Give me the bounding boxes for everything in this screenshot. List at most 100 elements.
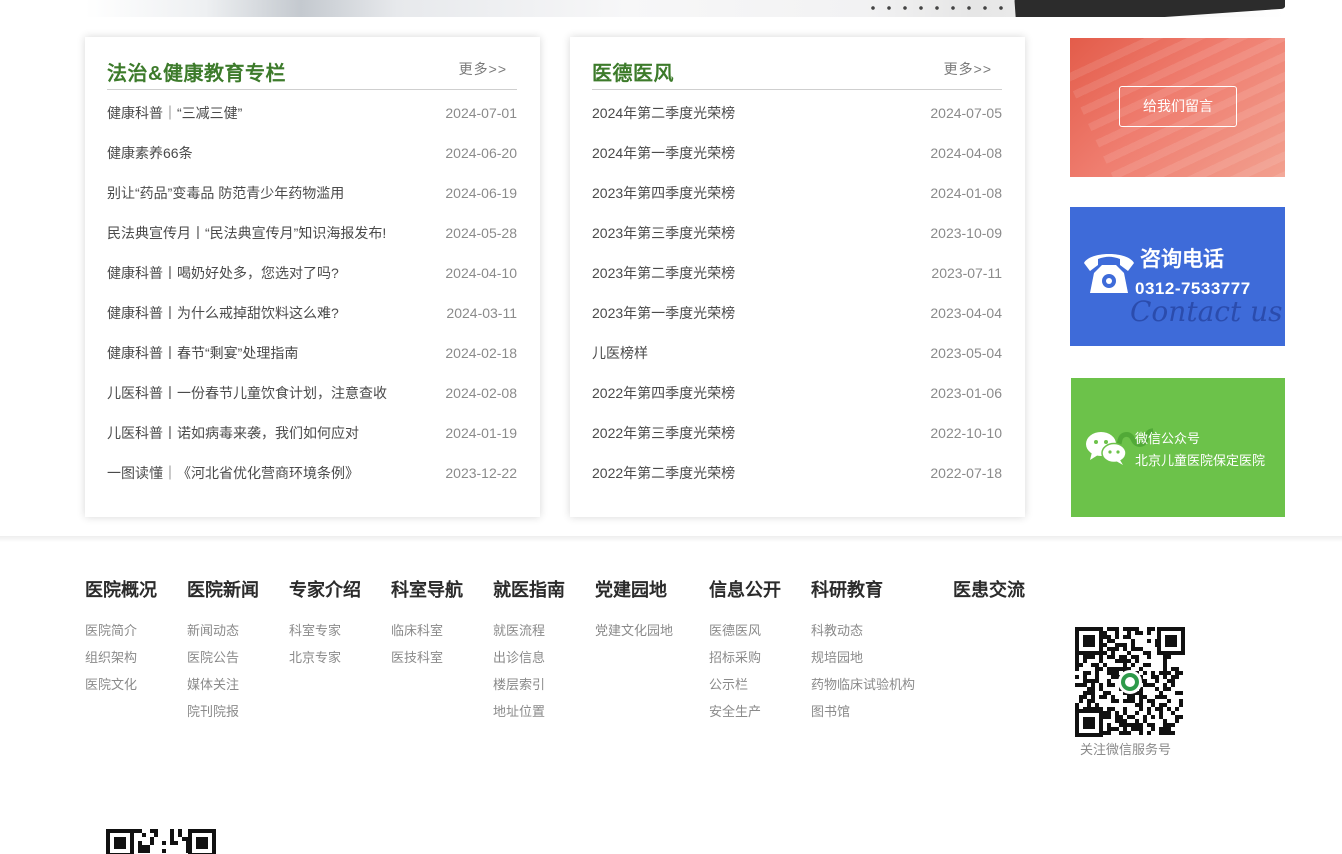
list-item[interactable]: 健康科普丨喝奶好处多，您选对了吗? 2024-04-10: [107, 253, 517, 293]
footer-column: 专家介绍科室专家 北京专家: [289, 577, 361, 671]
list-item[interactable]: 儿医科普丨一份春节儿童饮食计划，注意查收 2024-02-08: [107, 373, 517, 413]
news-title-link[interactable]: 2023年第四季度光荣榜: [592, 173, 735, 213]
leave-message-button[interactable]: 给我们留言: [1119, 86, 1237, 127]
footer-link[interactable]: 楼层索引: [493, 671, 565, 698]
wechat-official-tile[interactable]: 〰 微信公众号 北京儿童医院保定医院: [1071, 378, 1285, 517]
footer-column-title[interactable]: 医院新闻: [187, 577, 259, 603]
news-date: 2024-02-08: [445, 385, 517, 401]
list-item[interactable]: 2022年第三季度光荣榜 2022-10-10: [592, 413, 1002, 453]
card-title: 医德医风: [592, 63, 674, 85]
footer-link[interactable]: 北京专家: [289, 644, 361, 671]
footer-link[interactable]: 药物临床试验机构: [811, 671, 915, 698]
footer-column-title[interactable]: 科研教育: [811, 577, 915, 603]
footer-link[interactable]: 就医流程: [493, 617, 565, 644]
news-title-link[interactable]: 儿医科普丨一份春节儿童饮食计划，注意查收: [107, 373, 387, 413]
list-item[interactable]: 儿医科普丨诺如病毒来袭，我们如何应对 2024-01-19: [107, 413, 517, 453]
list-item[interactable]: 健康科普丨春节“剩宴”处理指南 2024-02-18: [107, 333, 517, 373]
footer-column-title[interactable]: 信息公开: [709, 577, 781, 603]
footer-link[interactable]: 新闻动态: [187, 617, 259, 644]
news-title-link[interactable]: 民法典宣传月丨“民法典宣传月”知识海报发布!: [107, 213, 386, 253]
list-item[interactable]: 别让“药品”变毒品 防范青少年药物滥用 2024-06-19: [107, 173, 517, 213]
news-title-link[interactable]: 健康素养66条: [107, 133, 193, 173]
footer-link[interactable]: 医技科室: [391, 644, 463, 671]
news-title-link[interactable]: 2023年第一季度光荣榜: [592, 293, 735, 333]
top-banner-image: [85, 0, 1285, 17]
footer-link[interactable]: 招标采购: [709, 644, 781, 671]
footer-link[interactable]: 医院文化: [85, 671, 157, 698]
news-date: 2024-01-08: [930, 185, 1002, 201]
news-date: 2024-06-19: [445, 185, 517, 201]
news-title-link[interactable]: 2022年第三季度光荣榜: [592, 413, 735, 453]
footer-link[interactable]: 院刊院报: [187, 698, 259, 725]
footer-link[interactable]: 医院简介: [85, 617, 157, 644]
news-title-link[interactable]: 健康科普｜“三减三健”: [107, 93, 242, 133]
list-item[interactable]: 2023年第二季度光荣榜 2023-07-11: [592, 253, 1002, 293]
more-link[interactable]: 更多>>: [944, 59, 992, 79]
list-item[interactable]: 2023年第一季度光荣榜 2023-04-04: [592, 293, 1002, 333]
footer-link-list: 科教动态 规培园地 药物临床试验机构 图书馆: [811, 617, 915, 725]
news-title-link[interactable]: 2024年第二季度光荣榜: [592, 93, 735, 133]
footer-link[interactable]: 地址位置: [493, 698, 565, 725]
list-item[interactable]: 2023年第四季度光荣榜 2024-01-08: [592, 173, 1002, 213]
news-title-link[interactable]: 健康科普丨喝奶好处多，您选对了吗?: [107, 253, 339, 293]
footer-column: 医院新闻新闻动态 医院公告 媒体关注 院刊院报: [187, 577, 259, 725]
footer-column-title[interactable]: 医患交流: [953, 577, 1025, 603]
card-header: 医德医风 更多>>: [592, 55, 1002, 90]
footer-link[interactable]: 医德医风: [709, 617, 781, 644]
footer-link[interactable]: 媒体关注: [187, 671, 259, 698]
footer-link[interactable]: 组织架构: [85, 644, 157, 671]
footer-column: 医患交流: [953, 577, 1025, 617]
news-title-link[interactable]: 2024年第一季度光荣榜: [592, 133, 735, 173]
news-title-link[interactable]: 别让“药品”变毒品 防范青少年药物滥用: [107, 173, 344, 213]
footer-link[interactable]: 规培园地: [811, 644, 915, 671]
news-title-link[interactable]: 一图读懂｜《河北省优化营商环境条例》: [107, 453, 359, 493]
wechat-icon: [1086, 432, 1127, 465]
footer-column: 科研教育科教动态 规培园地 药物临床试验机构 图书馆: [811, 577, 915, 725]
footer-column-title[interactable]: 专家介绍: [289, 577, 361, 603]
consult-phone-tile[interactable]: Contact us 咨询电话 0312-7533777: [1070, 207, 1285, 346]
footer-column-title[interactable]: 科室导航: [391, 577, 463, 603]
footer-column-title[interactable]: 党建园地: [595, 577, 673, 603]
more-link[interactable]: 更多>>: [459, 59, 507, 79]
leave-message-tile[interactable]: 给我们留言: [1070, 38, 1285, 177]
news-title-link[interactable]: 儿医科普丨诺如病毒来袭，我们如何应对: [107, 413, 359, 453]
list-item[interactable]: 儿医榜样 2023-05-04: [592, 333, 1002, 373]
footer-link[interactable]: 公示栏: [709, 671, 781, 698]
footer-link[interactable]: 党建文化园地: [595, 617, 673, 644]
footer-link[interactable]: 出诊信息: [493, 644, 565, 671]
list-item[interactable]: 健康科普｜“三减三健” 2024-07-01: [107, 93, 517, 133]
banner-pen-graphic: [1014, 0, 1285, 17]
news-title-link[interactable]: 2022年第二季度光荣榜: [592, 453, 735, 493]
footer-column-title[interactable]: 医院概况: [85, 577, 157, 603]
footer-link[interactable]: 临床科室: [391, 617, 463, 644]
list-item[interactable]: 2022年第二季度光荣榜 2022-07-18: [592, 453, 1002, 493]
news-title-link[interactable]: 健康科普丨春节“剩宴”处理指南: [107, 333, 298, 373]
contact-us-script: Contact us: [1130, 295, 1283, 328]
list-item[interactable]: 2023年第三季度光荣榜 2023-10-09: [592, 213, 1002, 253]
news-title-link[interactable]: 2023年第三季度光荣榜: [592, 213, 735, 253]
list-item[interactable]: 健康科普丨为什么戒掉甜饮料这么难? 2024-03-11: [107, 293, 517, 333]
footer-link-list: 临床科室 医技科室: [391, 617, 463, 671]
news-title-link[interactable]: 2023年第二季度光荣榜: [592, 253, 735, 293]
list-item[interactable]: 民法典宣传月丨“民法典宣传月”知识海报发布! 2024-05-28: [107, 213, 517, 253]
list-item[interactable]: 2024年第二季度光荣榜 2024-07-05: [592, 93, 1002, 133]
list-item[interactable]: 2024年第一季度光荣榜 2024-04-08: [592, 133, 1002, 173]
news-title-link[interactable]: 儿医榜样: [592, 333, 648, 373]
news-title-link[interactable]: 健康科普丨为什么戒掉甜饮料这么难?: [107, 293, 339, 333]
news-date: 2022-10-10: [930, 425, 1002, 441]
footer-link[interactable]: 科室专家: [289, 617, 361, 644]
footer-link[interactable]: 医院公告: [187, 644, 259, 671]
footer-link[interactable]: 科教动态: [811, 617, 915, 644]
news-list: 健康科普｜“三减三健” 2024-07-01 健康素养66条 2024-06-20 别让…: [107, 93, 517, 493]
news-title-link[interactable]: 2022年第四季度光荣榜: [592, 373, 735, 413]
secondary-qr-code: [106, 829, 216, 854]
list-item[interactable]: 一图读懂｜《河北省优化营商环境条例》 2023-12-22: [107, 453, 517, 493]
footer-link[interactable]: 安全生产: [709, 698, 781, 725]
footer-column-title[interactable]: 就医指南: [493, 577, 565, 603]
list-item[interactable]: 健康素养66条 2024-06-20: [107, 133, 517, 173]
wechat-qr-code: [1075, 627, 1185, 737]
list-item[interactable]: 2022年第四季度光荣榜 2023-01-06: [592, 373, 1002, 413]
health-education-card: 法治&健康教育专栏 更多>> 健康科普｜“三减三健” 2024-07-01 健康素养…: [85, 37, 540, 517]
footer-link[interactable]: 图书馆: [811, 698, 915, 725]
footer-column: 医院概况医院简介 组织架构 医院文化: [85, 577, 157, 698]
